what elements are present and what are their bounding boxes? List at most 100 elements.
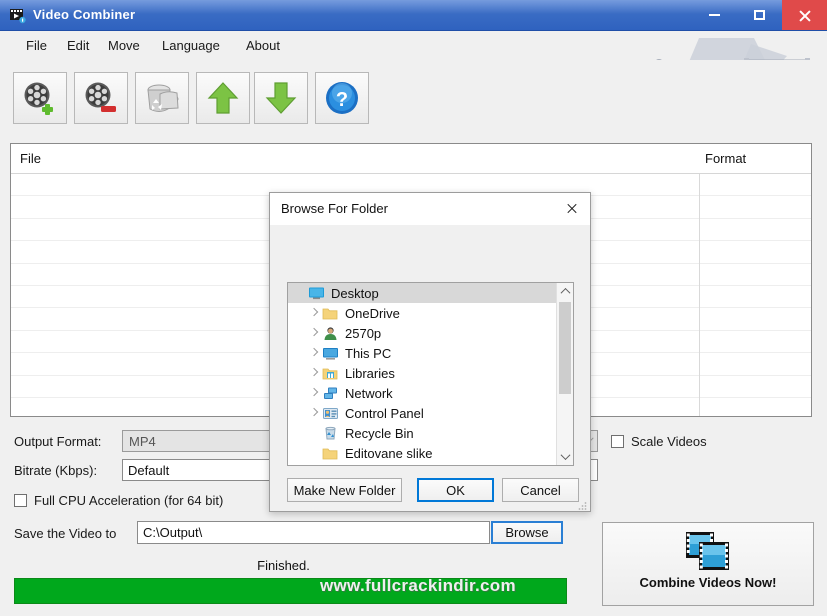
tree-item-network[interactable]: Network: [288, 383, 573, 403]
scale-videos-label: Scale Videos: [631, 434, 707, 449]
tree-item-label: 2570p: [345, 325, 382, 341]
monitor-icon: [322, 346, 339, 361]
chevron-right-icon[interactable]: [308, 386, 322, 400]
move-up-button[interactable]: [196, 72, 250, 124]
remove-video-button[interactable]: [74, 72, 128, 124]
libraries-icon: [322, 366, 339, 381]
tree-item-onedrive[interactable]: OneDrive: [288, 303, 573, 323]
output-format-value: MP4: [129, 433, 156, 449]
chevron-right-icon: [308, 446, 322, 460]
chevron-right-icon[interactable]: [308, 306, 322, 320]
move-down-button[interactable]: [254, 72, 308, 124]
film-strips-icon: [685, 531, 731, 571]
tree-item-2570p[interactable]: 2570p: [288, 323, 573, 343]
scroll-up-button[interactable]: [557, 283, 573, 300]
full-cpu-acceleration-label: Full CPU Acceleration (for 64 bit): [34, 493, 224, 508]
clear-list-button[interactable]: [135, 72, 189, 124]
tree-item-libraries[interactable]: Libraries: [288, 363, 573, 383]
chevron-right-icon: [308, 426, 322, 440]
make-new-folder-button[interactable]: Make New Folder: [287, 478, 402, 502]
window-title: Video Combiner: [33, 7, 136, 22]
maximize-icon: [754, 10, 765, 20]
scroll-down-button[interactable]: [557, 448, 573, 465]
dialog-close-button[interactable]: [554, 195, 588, 222]
status-message: Finished.: [257, 558, 310, 573]
tree-item-label: Desktop: [331, 285, 379, 301]
tree-item-editovane-slike[interactable]: Editovane slike: [288, 443, 573, 463]
resize-grip-icon[interactable]: [577, 498, 587, 510]
close-icon: [566, 203, 577, 214]
browse-button[interactable]: Browse: [491, 521, 563, 544]
minimize-button[interactable]: [692, 0, 737, 30]
dialog-titlebar: Browse For Folder: [270, 193, 590, 225]
tree-item-label: Editovane slike: [345, 445, 433, 461]
chevron-right-icon[interactable]: [308, 346, 322, 360]
output-format-label: Output Format:: [14, 434, 102, 449]
full-cpu-acceleration-checkbox[interactable]: [14, 494, 27, 507]
arrow-down-icon: [265, 82, 297, 114]
column-header-format[interactable]: Format: [705, 151, 746, 166]
close-icon: [798, 9, 811, 22]
video-app-icon: [9, 7, 26, 24]
folder-icon: [322, 446, 339, 461]
scale-videos-checkbox[interactable]: [611, 435, 624, 448]
save-path-input[interactable]: C:\Output\: [137, 521, 490, 544]
network-icon: [322, 386, 339, 401]
column-header-file[interactable]: File: [20, 151, 41, 166]
close-button[interactable]: [782, 0, 827, 30]
save-path-value: C:\Output\: [143, 525, 203, 540]
file-list-header: File Format: [11, 144, 811, 174]
scrollbar-thumb[interactable]: [559, 302, 571, 394]
window-titlebar: Video Combiner: [0, 0, 827, 31]
control-panel-icon: [322, 406, 339, 421]
combine-videos-button[interactable]: Combine Videos Now!: [602, 522, 814, 606]
bitrate-label: Bitrate (Kbps):: [14, 463, 98, 478]
film-reel-plus-icon: [24, 82, 53, 115]
help-button[interactable]: ?: [315, 72, 369, 124]
tree-item-control-panel[interactable]: Control Panel: [288, 403, 573, 423]
chevron-right-icon[interactable]: [294, 286, 308, 300]
user-icon: [322, 326, 339, 341]
tree-item-label: This PC: [345, 345, 392, 361]
desktop-icon: [308, 286, 325, 301]
menu-item-edit[interactable]: Edit: [63, 37, 93, 54]
tree-item-this-pc[interactable]: This PC: [288, 343, 573, 363]
toolbar: ?: [0, 60, 827, 136]
menu-item-about[interactable]: About: [242, 37, 284, 54]
video-combiner-window: Video Combiner File Edit Move Language A…: [0, 0, 827, 616]
svg-text:?: ?: [336, 89, 348, 111]
chevron-down-icon: [560, 450, 570, 461]
tree-item-desktop[interactable]: Desktop: [288, 283, 573, 303]
chevron-right-icon[interactable]: [308, 406, 322, 420]
full-cpu-acceleration-checkbox-row[interactable]: Full CPU Acceleration (for 64 bit): [14, 493, 223, 508]
tree-item-label: Recycle Bin: [345, 425, 414, 441]
recycle-bin-icon: [322, 426, 339, 441]
recycle-bin-icon: [147, 84, 179, 112]
folder-tree[interactable]: Desktop OneDrive 2570p This PC Libraries…: [287, 282, 574, 466]
question-help-icon: ?: [326, 82, 358, 114]
folder-tree-scrollbar[interactable]: [556, 283, 573, 465]
chevron-up-icon: [560, 287, 570, 298]
add-video-button[interactable]: [13, 72, 67, 124]
tree-item-recycle-bin[interactable]: Recycle Bin: [288, 423, 573, 443]
minimize-icon: [709, 14, 720, 16]
tree-item-label: OneDrive: [345, 305, 400, 321]
file-list-column-divider: [699, 144, 700, 416]
menu-item-move[interactable]: Move: [104, 37, 144, 54]
menu-item-language[interactable]: Language: [158, 37, 224, 54]
watermark-text: www.fullcrackindir.com: [320, 576, 516, 595]
browse-for-folder-dialog: Browse For Folder Desktop OneDrive 2570p…: [269, 192, 591, 512]
folder-icon: [322, 306, 339, 321]
combine-videos-label: Combine Videos Now!: [639, 575, 777, 590]
menubar: File Edit Move Language About: [0, 31, 827, 60]
ok-button[interactable]: OK: [417, 478, 494, 502]
scale-videos-checkbox-row[interactable]: Scale Videos: [611, 434, 707, 449]
menu-item-file[interactable]: File: [22, 37, 51, 54]
cancel-button[interactable]: Cancel: [502, 478, 579, 502]
save-video-to-label: Save the Video to: [14, 526, 117, 541]
chevron-right-icon[interactable]: [308, 326, 322, 340]
maximize-button[interactable]: [737, 0, 782, 30]
tree-item-label: Network: [345, 385, 393, 401]
chevron-right-icon[interactable]: [308, 366, 322, 380]
arrow-up-icon: [207, 82, 239, 114]
